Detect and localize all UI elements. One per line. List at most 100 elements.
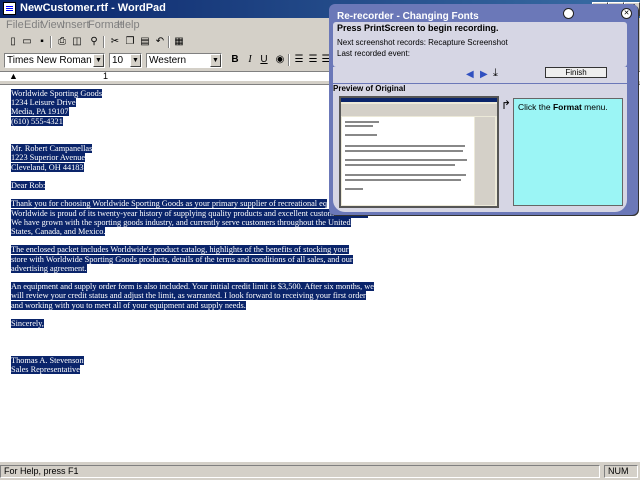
next-arrow-icon[interactable]: ▶ [480,69,488,80]
standard-toolbar: ▯ ▭ ▪ ⎙ ◫ ⚲ ✂ ❐ ▤ ↶ ▦ [0,33,330,51]
selected-text: (610) 555-4321 [11,116,63,126]
document-line[interactable]: Cleveland, OH 44183 [11,162,84,172]
recorder-last-event: Last recorded event: [337,49,410,58]
selected-text: Worldwide Sporting Goods [11,89,103,98]
chevron-down-icon[interactable]: ▼ [130,54,141,67]
document-line[interactable]: Sales Representative [11,365,80,374]
menu-insert[interactable]: Insert [62,19,90,31]
date-time-icon[interactable]: ▦ [172,35,186,49]
document-line[interactable]: (610) 555-4321 [11,116,63,126]
document-line[interactable]: Sincerely, [11,319,44,328]
thumbnail-line [345,121,379,123]
menu-file[interactable]: File [6,19,24,31]
recorder-next-record: Next screenshot records: Recapture Scree… [337,38,508,47]
status-bar: For Help, press F1 NUM [0,463,640,480]
font-script-select[interactable]: Western ▼ [146,53,222,68]
thumbnail-document [342,117,474,205]
toolbar-separator [50,36,52,48]
find-icon[interactable]: ⚲ [87,35,101,49]
copy-icon[interactable]: ❐ [123,35,137,49]
document-line[interactable]: The enclosed packet includes Worldwide's… [11,245,349,255]
document-line[interactable]: and working with you to meet all of your… [11,300,246,310]
thumbnail-line [345,188,363,190]
selected-text: Sales Representative [11,365,80,374]
instruction-text-bold: Format [552,102,582,112]
step-icon[interactable]: ⤓ [493,67,498,80]
preview-title: Preview of Original [333,84,406,93]
align-center-icon[interactable]: ☰ [306,53,320,67]
pointer-arrow-icon: ↱ [501,98,512,112]
italic-button[interactable]: I [243,53,257,67]
selected-text: store with Worldwide Sporting Goods prod… [11,254,353,264]
document-line[interactable]: 1223 Superior Avenue [11,153,86,163]
status-help-text: For Help, press F1 [0,465,600,478]
thumbnail-line [345,179,461,181]
bold-button[interactable]: B [228,53,242,67]
recorder-info-panel: Press PrintScreen to begin recording. Ne… [333,22,627,67]
document-line[interactable]: Thank you for choosing Worldwide Sportin… [11,199,328,209]
selected-text: The enclosed packet includes Worldwide's… [11,245,349,255]
document-line[interactable]: store with Worldwide Sporting Goods prod… [11,254,353,264]
preview-thumbnail [339,96,499,208]
document-line[interactable]: Dear Rob: [11,181,46,190]
selected-text: Cleveland, OH 44183 [11,162,84,172]
print-icon[interactable]: ⎙ [55,35,69,49]
instruction-text-post: menu. [581,102,608,112]
chevron-down-icon[interactable]: ▼ [93,54,104,67]
thumbnail-line [345,134,377,136]
document-line[interactable]: An equipment and supply order form is al… [11,282,374,292]
document-line[interactable]: Mr. Robert Campanellas [11,144,93,154]
color-icon[interactable]: ◉ [273,53,287,67]
selected-text: We have grown with the sporting goods in… [11,217,351,227]
document-line[interactable]: Worldwide Sporting Goods [11,89,103,98]
underline-button[interactable]: U [257,53,271,67]
document-line[interactable]: Worldwide is proud of its twenty-year hi… [11,208,369,218]
document-line[interactable]: Thomas A. Stevenson [11,355,84,365]
cut-icon[interactable]: ✂ [108,35,122,49]
selected-text: will review your credit status and adjus… [11,291,366,301]
document-line[interactable]: Media, PA 19107 [11,107,69,117]
selected-text: Thomas A. Stevenson [11,355,84,365]
document-line[interactable]: will review your credit status and adjus… [11,291,366,301]
menu-help[interactable]: Help [117,19,140,31]
paste-icon[interactable]: ▤ [138,35,152,49]
thumbnail-titlebar [341,98,497,102]
recorder-controls: ◀ ▶ ⤓ Finish [333,67,627,83]
document-line[interactable]: 1234 Leisure Drive [11,98,76,108]
selected-text: Worldwide is proud of its twenty-year hi… [11,208,369,218]
selected-text: Dear Rob: [11,181,46,190]
selected-text: An equipment and supply order form is al… [11,282,374,292]
thumbnail-toolbars [341,104,497,116]
selected-text: States, Canada, and Mexico. [11,227,106,236]
format-toolbar: Times New Roman ▼ 10 ▼ Western ▼ B I U ◉… [0,51,330,69]
recorder-prompt: Press PrintScreen to begin recording. [337,23,499,33]
toolbar-separator [168,36,170,48]
selected-text: Sincerely, [11,319,44,328]
align-left-icon[interactable]: ☰ [292,53,306,67]
document-line[interactable]: advertising agreement. [11,263,87,273]
thumbnail-line [345,174,466,176]
font-size-select[interactable]: 10 ▼ [109,53,142,68]
document-line[interactable]: We have grown with the sporting goods in… [11,217,351,227]
open-icon[interactable]: ▭ [20,35,34,49]
new-icon[interactable]: ▯ [6,35,20,49]
indent-marker-icon[interactable]: ▲ [9,71,18,81]
recorder-title: Re-recorder - Changing Fonts [337,11,479,22]
recorder-round-button[interactable] [563,8,574,19]
undo-icon[interactable]: ↶ [153,35,167,49]
status-num-lock: NUM [604,465,638,478]
finish-button[interactable]: Finish [545,67,607,78]
chevron-down-icon[interactable]: ▼ [210,54,221,67]
print-preview-icon[interactable]: ◫ [70,35,84,49]
font-name-select[interactable]: Times New Roman ▼ [4,53,105,68]
toolbar-separator [288,54,290,66]
selected-text: and working with you to meet all of your… [11,300,246,310]
thumbnail-line [345,145,465,147]
font-size-value: 10 [112,55,124,66]
instruction-box: Click the Format menu. [513,98,623,206]
document-line[interactable]: States, Canada, and Mexico. [11,227,106,236]
recorder-close-icon[interactable]: ✕ [621,8,632,19]
save-icon[interactable]: ▪ [35,35,49,49]
previous-arrow-icon[interactable]: ◀ [466,69,474,80]
thumbnail-line [345,159,467,161]
